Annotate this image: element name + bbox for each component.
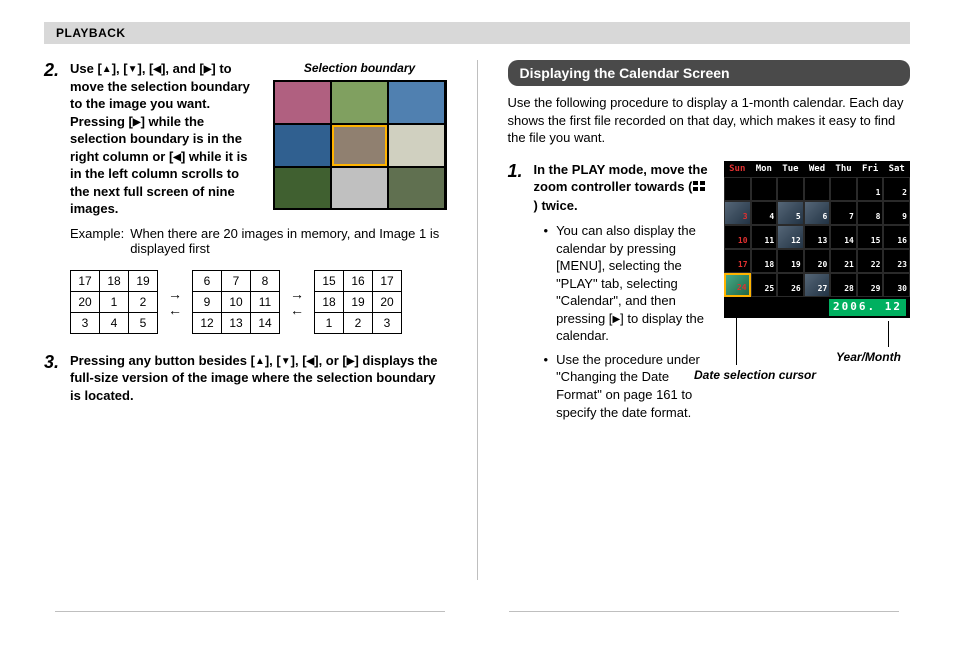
step-3-text: Pressing any button besides [▲], [▼], [◀… xyxy=(70,352,447,405)
scroll-arrows-icon: →← xyxy=(290,287,304,317)
section-header: PLAYBACK xyxy=(44,22,910,44)
calendar-cell: 1 xyxy=(857,177,884,201)
calendar-cell: 10 xyxy=(724,225,751,249)
left-column: 2. Use [▲], [▼], [◀], and [▶] to move th… xyxy=(44,60,447,580)
section-header-text: PLAYBACK xyxy=(56,26,126,40)
calendar-cell: 26 xyxy=(777,273,804,297)
down-icon: ▼ xyxy=(128,64,138,75)
step-2-text: Use [▲], [▼], [◀], and [▶] to move the s… xyxy=(70,60,261,218)
calendar-day-header: Tue xyxy=(777,161,804,177)
annotation-line xyxy=(888,321,889,347)
calendar-cell: 16 xyxy=(883,225,910,249)
calendar-cell: 20 xyxy=(804,249,831,273)
calendar-cell: 2 xyxy=(883,177,910,201)
step-1: 1. In the PLAY mode, move the zoom contr… xyxy=(508,161,911,427)
calendar-date: 2006. 12 xyxy=(829,299,906,316)
up-icon: ▲ xyxy=(255,356,265,367)
calendar-cell xyxy=(751,177,778,201)
zoom-out-icon xyxy=(692,179,708,197)
step-number: 2. xyxy=(44,60,70,218)
calendar-cell: 12 xyxy=(777,225,804,249)
calendar-day-header: Mon xyxy=(751,161,778,177)
right-icon: ▶ xyxy=(133,117,141,128)
down-icon: ▼ xyxy=(281,356,291,367)
bullet-item: You can also display the calendar by pre… xyxy=(544,222,713,345)
calendar-cell: 15 xyxy=(857,225,884,249)
number-grid: 67891011121314 xyxy=(192,270,280,334)
intro-text: Use the following procedure to display a… xyxy=(508,94,911,147)
left-icon: ◀ xyxy=(173,152,181,163)
calendar-cell: 17 xyxy=(724,249,751,273)
calendar-cell xyxy=(777,177,804,201)
calendar-cell: 19 xyxy=(777,249,804,273)
step-number: 3. xyxy=(44,352,70,405)
calendar-figure: SunMonTueWedThuFriSat 123456789101112131… xyxy=(724,161,910,318)
calendar-cell: 24 xyxy=(724,273,751,297)
column-divider xyxy=(477,60,478,580)
calendar-cell xyxy=(724,177,751,201)
calendar-cell: 9 xyxy=(883,201,910,225)
bullet-item: Use the procedure under "Changing the Da… xyxy=(544,351,713,421)
step-2: 2. Use [▲], [▼], [◀], and [▶] to move th… xyxy=(44,60,447,218)
calendar-cell: 21 xyxy=(830,249,857,273)
calendar-cell: 7 xyxy=(830,201,857,225)
right-column: Displaying the Calendar Screen Use the f… xyxy=(508,60,911,580)
right-icon: ▶ xyxy=(612,314,620,325)
subsection-header: Displaying the Calendar Screen xyxy=(508,60,911,86)
calendar-cell: 14 xyxy=(830,225,857,249)
page-footer: 137 xyxy=(0,598,954,624)
calendar-cell: 8 xyxy=(857,201,884,225)
thumbnail xyxy=(332,168,387,209)
step-1-text: In the PLAY mode, move the zoom controll… xyxy=(534,162,709,213)
calendar-day-header: Sat xyxy=(883,161,910,177)
calendar-cell: 25 xyxy=(751,273,778,297)
calendar-cell: 5 xyxy=(777,201,804,225)
calendar-cell: 28 xyxy=(830,273,857,297)
page-number: 137 xyxy=(449,598,505,624)
calendar-cell: 29 xyxy=(857,273,884,297)
calendar-cell: 6 xyxy=(804,201,831,225)
calendar-cell xyxy=(804,177,831,201)
annotation-cursor: Date selection cursor xyxy=(694,367,894,383)
scroll-arrows-icon: →← xyxy=(168,287,182,317)
annotation-year-month: Year/Month xyxy=(836,349,901,365)
calendar-cell: 30 xyxy=(883,273,910,297)
thumbnail xyxy=(275,125,330,166)
calendar-cell: 3 xyxy=(724,201,751,225)
up-icon: ▲ xyxy=(102,64,112,75)
thumbnail xyxy=(389,125,444,166)
calendar-cell xyxy=(830,177,857,201)
thumbnail xyxy=(275,82,330,123)
calendar-cell: 11 xyxy=(751,225,778,249)
left-icon: ◀ xyxy=(153,64,161,75)
thumbnail xyxy=(332,125,387,166)
calendar-day-header: Fri xyxy=(857,161,884,177)
number-grid: 151617181920123 xyxy=(314,270,402,334)
calendar-cell: 13 xyxy=(804,225,831,249)
thumbnail xyxy=(389,168,444,209)
thumbnail-figure: Selection boundary xyxy=(273,60,447,210)
calendar-cell: 4 xyxy=(751,201,778,225)
thumbnail xyxy=(275,168,330,209)
thumbnail xyxy=(389,82,444,123)
annotation-line xyxy=(736,309,737,365)
example-text: Example: When there are 20 images in mem… xyxy=(70,226,447,256)
step-number: 1. xyxy=(508,161,534,427)
thumbnail xyxy=(332,82,387,123)
calendar-cell: 23 xyxy=(883,249,910,273)
calendar-day-header: Wed xyxy=(804,161,831,177)
number-grid: 1718192012345 xyxy=(70,270,158,334)
calendar-cell: 27 xyxy=(804,273,831,297)
step-3: 3. Pressing any button besides [▲], [▼],… xyxy=(44,352,447,405)
calendar-cell: 22 xyxy=(857,249,884,273)
calendar-day-header: Thu xyxy=(830,161,857,177)
example-tables: 1718192012345 →← 67891011121314 →← 151617181… xyxy=(70,270,447,334)
thumbnail-caption: Selection boundary xyxy=(273,60,447,76)
calendar-day-header: Sun xyxy=(724,161,751,177)
calendar-cell: 18 xyxy=(751,249,778,273)
